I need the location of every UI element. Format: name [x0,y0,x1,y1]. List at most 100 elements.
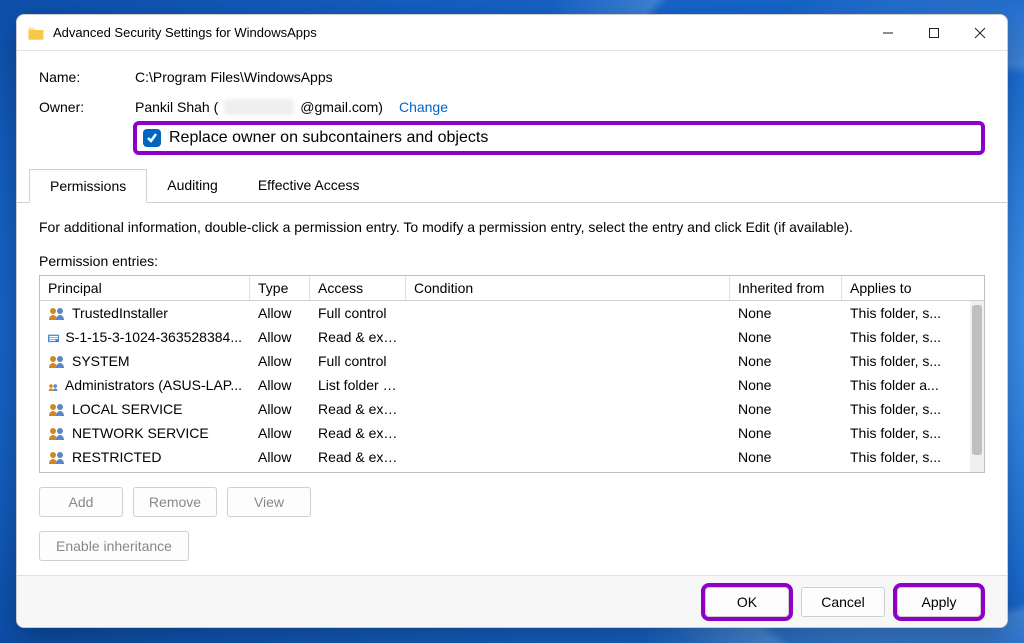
add-button[interactable]: Add [39,487,123,517]
principal-name: NETWORK SERVICE [72,425,209,441]
name-value: C:\Program Files\WindowsApps [135,69,333,85]
cell-applies: This folder, s... [842,351,954,371]
cell-type: Allow [250,423,310,443]
owner-value: Pankil Shah ( @gmail.com) Change [135,99,448,115]
cell-applies: This folder, s... [842,327,954,347]
principal-name: LOCAL SERVICE [72,401,183,417]
table-buttons: Add Remove View [39,487,985,517]
redacted-email-local [224,99,294,115]
principal-name: TrustedInstaller [72,305,168,321]
cell-condition [406,311,730,315]
permissions-table: Principal Type Access Condition Inherite… [39,275,985,473]
ok-button[interactable]: OK [705,587,789,617]
cell-applies: This folder, s... [842,447,954,467]
principal-icon [48,306,66,320]
cell-inherited: None [730,327,842,347]
cell-condition [406,455,730,459]
cell-inherited: None [730,375,842,395]
scrollbar[interactable] [970,301,984,472]
folder-icon [27,24,45,42]
name-label: Name: [39,69,135,85]
owner-name-prefix: Pankil Shah ( [135,99,218,115]
principal-icon [48,426,66,440]
table-row[interactable]: Administrators (ASUS-LAP... AllowList fol… [40,373,984,397]
col-inherited[interactable]: Inherited from [730,276,842,300]
col-type[interactable]: Type [250,276,310,300]
principal-name: SYSTEM [72,353,130,369]
change-owner-link[interactable]: Change [399,99,448,115]
cell-condition [406,335,730,339]
cell-type: Allow [250,303,310,323]
entries-label: Permission entries: [39,253,985,269]
cell-inherited: None [730,399,842,419]
replace-owner-checkbox[interactable] [143,129,161,147]
replace-owner-label: Replace owner on subcontainers and objec… [169,129,488,147]
principal-name: Administrators (ASUS-LAP... [65,377,242,393]
scrollbar-thumb[interactable] [972,305,982,455]
cell-access: Read & exe... [310,447,406,467]
cell-inherited: None [730,351,842,371]
security-settings-window: Advanced Security Settings for WindowsAp… [16,14,1008,628]
table-row[interactable]: TrustedInstallerAllowFull controlNoneThi… [40,301,984,325]
cell-applies: This folder a... [842,375,954,395]
owner-name-suffix: @gmail.com) [300,99,383,115]
table-row[interactable]: RESTRICTEDAllowRead & exe...NoneThis fol… [40,445,984,469]
principal-icon [48,378,59,392]
tabstrip: Permissions Auditing Effective Access [17,169,1007,203]
apply-button[interactable]: Apply [897,587,981,617]
minimize-button[interactable] [865,17,911,49]
table-row[interactable]: S-1-15-3-1024-363528384... AllowRead & ex… [40,325,984,349]
inheritance-row: Enable inheritance [39,531,985,561]
principal-name: S-1-15-3-1024-363528384... [65,329,242,345]
cell-inherited: None [730,447,842,467]
principal-icon [48,402,66,416]
maximize-button[interactable] [911,17,957,49]
cell-condition [406,431,730,435]
remove-button[interactable]: Remove [133,487,217,517]
col-access[interactable]: Access [310,276,406,300]
dialog-footer: OK Cancel Apply [17,575,1007,627]
cell-access: Read & exe... [310,423,406,443]
tab-permissions[interactable]: Permissions [29,169,147,203]
cell-condition [406,359,730,363]
table-row[interactable]: SYSTEM AllowFull control NoneThis folder, … [40,349,984,373]
table-rows: TrustedInstallerAllowFull controlNoneThi… [40,301,984,469]
table-body: TrustedInstallerAllowFull controlNoneThi… [40,301,984,472]
enable-inheritance-button[interactable]: Enable inheritance [39,531,189,561]
name-row: Name: C:\Program Files\WindowsApps [39,69,985,85]
info-text: For additional information, double-click… [39,219,985,235]
cell-access: Read & exe... [310,327,406,347]
cell-applies: This folder, s... [842,399,954,419]
principal-icon [48,330,59,344]
principal-icon [48,450,66,464]
cell-access: List folder c... [310,375,406,395]
table-header: Principal Type Access Condition Inherite… [40,276,984,301]
cell-applies: This folder, s... [842,423,954,443]
cell-type: Allow [250,327,310,347]
col-condition[interactable]: Condition [406,276,730,300]
cancel-button[interactable]: Cancel [801,587,885,617]
table-row[interactable]: NETWORK SERVICE AllowRead & exe... NoneThi… [40,421,984,445]
view-button[interactable]: View [227,487,311,517]
window-controls [865,17,1003,49]
col-principal[interactable]: Principal [40,276,250,300]
col-applies[interactable]: Applies to [842,276,954,300]
cell-type: Allow [250,351,310,371]
cell-inherited: None [730,423,842,443]
owner-label: Owner: [39,99,135,115]
table-row[interactable]: LOCAL SERVICE AllowRead & exe... NoneThis … [40,397,984,421]
cell-access: Full control [310,351,406,371]
close-button[interactable] [957,17,1003,49]
cell-applies: This folder, s... [842,303,954,323]
titlebar: Advanced Security Settings for WindowsAp… [17,15,1007,51]
cell-type: Allow [250,399,310,419]
principal-icon [48,354,66,368]
replace-owner-highlight: Replace owner on subcontainers and objec… [133,121,985,155]
cell-access: Full control [310,303,406,323]
window-title: Advanced Security Settings for WindowsAp… [53,25,865,40]
tab-auditing[interactable]: Auditing [147,169,238,202]
tab-effective-access[interactable]: Effective Access [238,169,380,202]
cell-condition [406,383,730,387]
cell-access: Read & exe... [310,399,406,419]
cell-type: Allow [250,375,310,395]
